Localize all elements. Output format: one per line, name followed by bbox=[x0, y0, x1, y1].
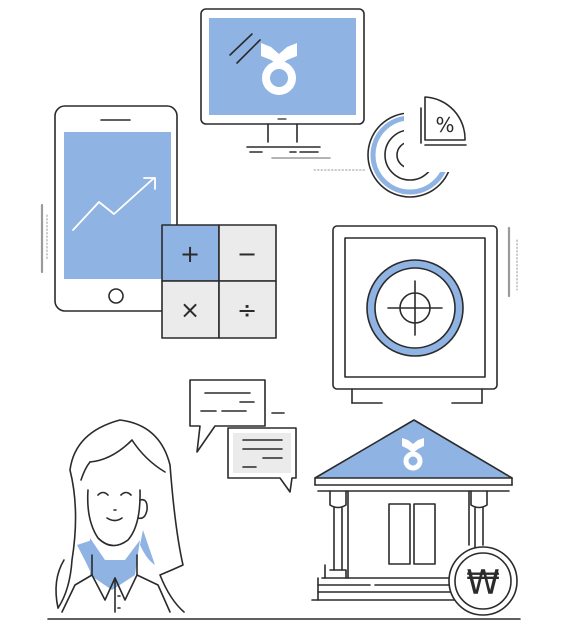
percent-symbol: % bbox=[435, 113, 454, 137]
pie-chart-icon: % bbox=[367, 96, 467, 198]
chat-bubbles-icon bbox=[189, 379, 297, 493]
won-coin-icon: ₩ bbox=[448, 546, 518, 616]
calc-key-multiply: × bbox=[180, 296, 200, 324]
woman-avatar-icon bbox=[55, 419, 185, 613]
won-symbol: ₩ bbox=[466, 563, 500, 603]
safe-icon bbox=[332, 225, 518, 404]
calc-key-minus: − bbox=[237, 240, 257, 268]
calc-key-divide: ÷ bbox=[237, 296, 257, 324]
smartphone-icon bbox=[40, 105, 178, 312]
finance-illustration: % + − × ÷ ₩ bbox=[40, 8, 521, 620]
calculator-icon: + − × ÷ bbox=[161, 224, 277, 339]
calc-key-plus: + bbox=[180, 240, 200, 268]
